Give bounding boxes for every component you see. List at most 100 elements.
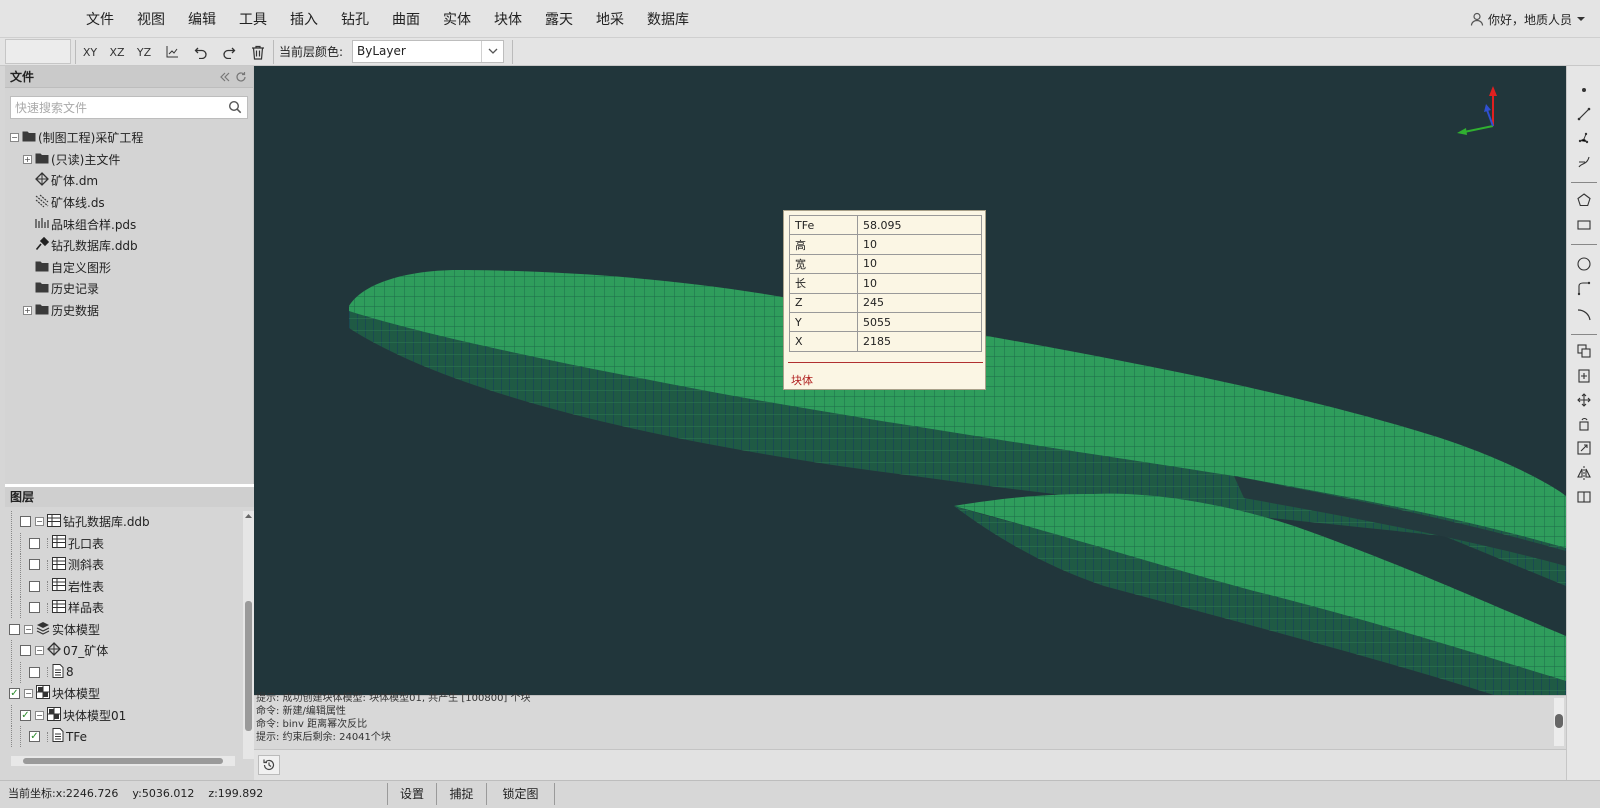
yz-view-button[interactable]: YZ (133, 42, 155, 62)
menu-solid[interactable]: 实体 (443, 9, 471, 29)
user-menu[interactable]: 你好，地质人员 (1470, 0, 1586, 38)
polyline-icon (1577, 281, 1591, 296)
multipoint-button[interactable] (1572, 126, 1596, 150)
scroll-thumb[interactable] (1555, 714, 1563, 728)
curve-button[interactable] (1572, 150, 1596, 174)
collapse-left-icon[interactable] (219, 72, 231, 82)
xy-view-button[interactable]: XY (79, 42, 101, 62)
point-button[interactable] (1572, 78, 1596, 102)
layer-tree-item[interactable]: ✓ TFe (5, 726, 241, 748)
redo-button[interactable] (218, 42, 240, 62)
scroll-up-icon[interactable] (245, 513, 252, 518)
menu-view[interactable]: 视图 (137, 9, 165, 29)
snap-button[interactable]: 捕捉 (437, 783, 487, 805)
menu-drill[interactable]: 钻孔 (341, 9, 369, 29)
polygon-button[interactable] (1572, 188, 1596, 212)
refresh-icon[interactable] (235, 71, 247, 83)
menu-file[interactable]: 文件 (86, 9, 114, 29)
attribute-key: Z (789, 292, 858, 313)
menu-edit[interactable]: 编辑 (188, 9, 216, 29)
menu-block[interactable]: 块体 (494, 9, 522, 29)
file-search-input[interactable] (11, 97, 221, 118)
layer-tree-item[interactable]: − 07_矿体 (5, 640, 241, 662)
expand-plus-icon[interactable]: + (23, 306, 32, 316)
layer-visibility-checkbox[interactable] (29, 580, 40, 592)
line-button[interactable] (1572, 102, 1596, 126)
copy-button[interactable] (1572, 339, 1596, 363)
layer-tree-item[interactable]: ✓ − 块体模型 (5, 683, 241, 705)
xz-label: XZ (109, 45, 125, 59)
file-tree-item[interactable]: − (制图工程)采矿工程 (10, 127, 250, 149)
scroll-thumb[interactable] (245, 601, 252, 731)
menu-surface[interactable]: 曲面 (392, 9, 420, 29)
layers-horizontal-scrollbar[interactable] (11, 756, 235, 766)
menu-underground[interactable]: 地采 (596, 9, 624, 29)
split-button[interactable] (1572, 485, 1596, 509)
lock-layer-button[interactable]: 锁定图层 (487, 783, 555, 805)
collapse-minus-icon[interactable]: − (10, 133, 19, 143)
layer-tree-item[interactable]: − 实体模型 (5, 619, 241, 641)
layer-tree-label: 8 (66, 665, 74, 680)
table-icon (52, 535, 66, 551)
layer-visibility-checkbox[interactable] (29, 666, 40, 678)
file-tree-label: 自定义图形 (51, 260, 112, 275)
rotate-button[interactable] (1572, 412, 1596, 436)
file-tree-item[interactable]: 钻孔数据库.ddb (10, 235, 250, 257)
menu-tools[interactable]: 工具 (239, 9, 267, 29)
layer-visibility-checkbox[interactable] (29, 537, 40, 549)
layer-tree-item[interactable]: 岩性表 (5, 575, 241, 598)
command-scrollbar[interactable] (1554, 698, 1564, 746)
arc-button[interactable] (1572, 302, 1596, 326)
collapse-minus-icon[interactable]: − (35, 646, 44, 656)
menu-insert[interactable]: 插入 (290, 9, 318, 29)
layer-visibility-checkbox[interactable]: ✓ (29, 731, 40, 743)
layer-tree-item[interactable]: 样品表 (5, 597, 241, 619)
layer-tree-item[interactable]: ✓ − 块体模型01 (5, 704, 241, 727)
toolbar-separator (273, 40, 274, 64)
file-tree-item[interactable]: 自定义图形 (10, 257, 250, 279)
layer-tree-item[interactable]: 孔口表 (5, 532, 241, 555)
scale-button[interactable] (1572, 436, 1596, 460)
expand-plus-icon[interactable]: + (23, 154, 32, 164)
layer-visibility-checkbox[interactable] (9, 623, 20, 635)
history-button[interactable] (258, 755, 280, 775)
collapse-minus-icon[interactable]: − (35, 517, 44, 527)
circle-button[interactable] (1572, 252, 1596, 276)
layer-tree-item[interactable]: 测斜表 (5, 554, 241, 576)
new-button[interactable] (1572, 364, 1596, 388)
layer-tree-item[interactable]: 8 (5, 661, 241, 684)
file-tree-item[interactable]: + 历史数据 (10, 300, 250, 322)
layer-visibility-checkbox[interactable] (29, 602, 40, 614)
file-tree-item[interactable]: 品味组合样.pds (10, 213, 250, 235)
file-tree-item[interactable]: 历史记录 (10, 278, 250, 300)
layer-tree-item[interactable]: − 钻孔数据库.ddb (5, 511, 241, 533)
scroll-thumb[interactable] (23, 758, 223, 764)
mirror-button[interactable] (1572, 461, 1596, 485)
plan-view-button[interactable] (161, 42, 183, 62)
file-tree-item[interactable]: 矿体线.ds (10, 192, 250, 214)
rectangle-button[interactable] (1572, 213, 1596, 237)
collapse-minus-icon[interactable]: − (35, 710, 44, 720)
collapse-minus-icon[interactable]: − (24, 624, 33, 634)
layers-vertical-scrollbar[interactable] (243, 511, 254, 759)
search-icon[interactable] (228, 100, 242, 114)
move-button[interactable] (1572, 388, 1596, 412)
layer-visibility-checkbox[interactable] (29, 559, 40, 571)
polyline-button[interactable] (1572, 277, 1596, 301)
attribute-key: Y (789, 311, 858, 333)
menu-openpit[interactable]: 露天 (545, 9, 573, 29)
layer-visibility-checkbox[interactable]: ✓ (9, 688, 20, 700)
delete-button[interactable] (247, 42, 269, 62)
layer-visibility-checkbox[interactable]: ✓ (20, 709, 31, 721)
file-tree-item[interactable]: + (只读)主文件 (10, 149, 250, 171)
collapse-minus-icon[interactable]: − (24, 689, 33, 699)
layer-visibility-checkbox[interactable] (20, 645, 31, 657)
menu-database[interactable]: 数据库 (647, 9, 689, 29)
layer-color-select[interactable]: ByLayer (352, 40, 504, 63)
undo-button[interactable] (190, 42, 212, 62)
layer-visibility-checkbox[interactable] (20, 516, 31, 528)
settings-button[interactable]: 设置 (387, 783, 437, 805)
file-tree-item[interactable]: 矿体.dm (10, 170, 250, 192)
xz-view-button[interactable]: XZ (106, 42, 128, 62)
attribute-row: 宽 10 (789, 253, 982, 275)
